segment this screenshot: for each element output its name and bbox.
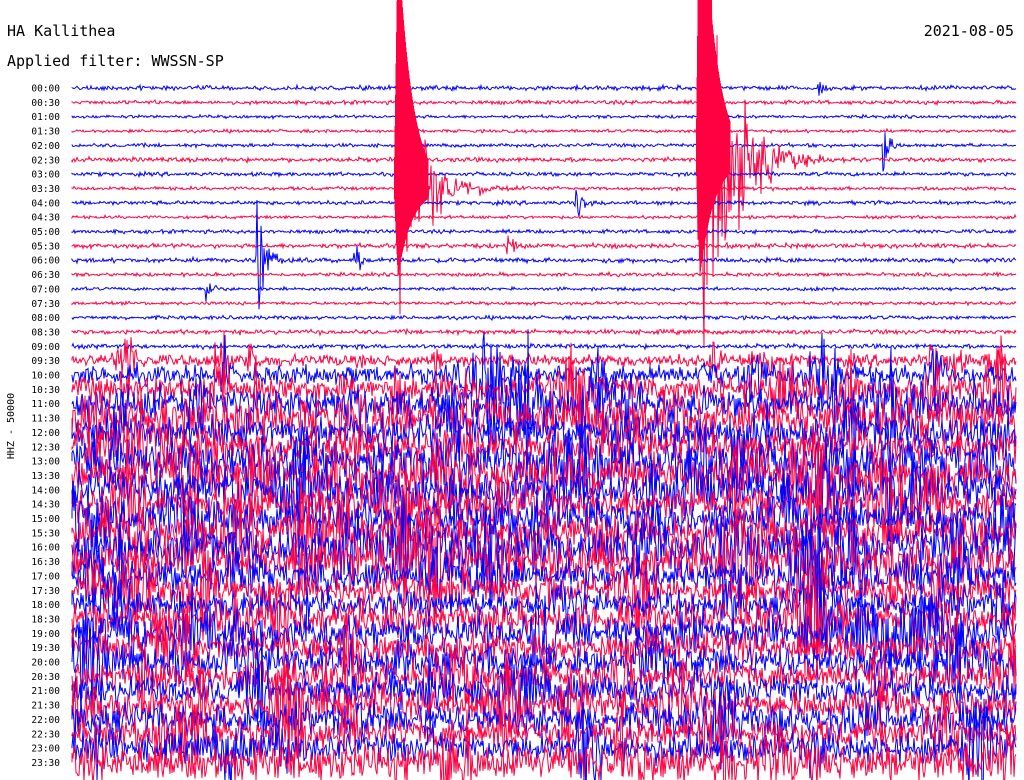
time-tick-label: 03:00 (31, 170, 60, 181)
time-tick-label: 03:30 (31, 184, 60, 195)
trace-line (71, 327, 1017, 337)
time-tick-label: 13:00 (31, 457, 60, 468)
time-tick-label: 07:00 (31, 284, 60, 295)
time-tick-label: 13:30 (31, 471, 60, 482)
time-tick-label: 11:00 (31, 399, 60, 410)
trace-line (71, 127, 1017, 135)
time-tick-label: 08:30 (31, 327, 60, 338)
time-tick-label: 10:30 (31, 385, 60, 396)
time-tick-label: 19:30 (31, 643, 60, 654)
time-tick-label: 14:30 (31, 500, 60, 511)
trace-line (71, 113, 1017, 120)
time-tick-label: 15:00 (31, 514, 60, 525)
trace-line (71, 270, 1017, 279)
time-tick-label: 16:30 (31, 557, 60, 568)
event-spike (394, 0, 429, 276)
time-tick-label: 10:00 (31, 371, 60, 382)
trace-line (71, 170, 1017, 179)
time-tick-label: 18:00 (31, 600, 60, 611)
time-tick-label: 22:30 (31, 729, 60, 740)
helicorder-plot: 00:00 00:30 01:00 01:30 02:00 02:30 03:00 03:30… (31, 0, 1017, 780)
trace-line (71, 314, 1017, 322)
time-tick-label: 23:00 (31, 744, 60, 755)
trace-line (71, 213, 1017, 221)
trace-line (71, 227, 1017, 236)
time-tick-label: 08:00 (31, 313, 60, 324)
trace-line (71, 299, 1017, 307)
time-tick-label: 21:30 (31, 701, 60, 712)
trace-group (71, 0, 1017, 780)
trace-line (71, 341, 1017, 351)
time-tick-label: 01:00 (31, 112, 60, 123)
trace-line (71, 235, 1017, 255)
trace-line (71, 189, 1017, 217)
time-tick-label: 15:30 (31, 528, 60, 539)
trace-line (71, 283, 1017, 302)
time-tick-label: 02:00 (31, 141, 60, 152)
trace-line (71, 199, 1017, 310)
time-tick-label: 20:30 (31, 672, 60, 683)
time-tick-label: 05:30 (31, 241, 60, 252)
trace-line (71, 107, 1016, 315)
time-tick-label: 06:30 (31, 270, 60, 281)
trace-line (71, 81, 1017, 96)
time-tick-label: 16:00 (31, 543, 60, 554)
time-tick-label: 00:00 (31, 84, 60, 95)
time-tick-label: 17:30 (31, 586, 60, 597)
time-tick-label: 07:30 (31, 299, 60, 310)
time-tick-label: 01:30 (31, 127, 60, 138)
time-tick-label: 19:00 (31, 629, 60, 640)
time-tick-label: 12:30 (31, 442, 60, 453)
time-tick-label: 04:30 (31, 213, 60, 224)
time-tick-label: 06:00 (31, 256, 60, 267)
time-tick-label: 23:30 (31, 758, 60, 769)
time-tick-label: 04:00 (31, 198, 60, 209)
time-tick-label: 21:00 (31, 686, 60, 697)
time-tick-label: 02:30 (31, 155, 60, 166)
time-tick-label: 20:00 (31, 658, 60, 669)
time-tick-label: 17:00 (31, 571, 60, 582)
time-tick-label: 12:00 (31, 428, 60, 439)
time-tick-label: 05:00 (31, 227, 60, 238)
time-tick-label: 09:30 (31, 356, 60, 367)
trace-line (71, 132, 1017, 172)
time-tick-labels: 00:00 00:30 01:00 01:30 02:00 02:30 03:00 03:30… (31, 84, 60, 769)
trace-line (71, 98, 1017, 107)
time-tick-label: 11:30 (31, 414, 60, 425)
time-tick-label: 14:00 (31, 485, 60, 496)
time-tick-label: 18:30 (31, 614, 60, 625)
time-tick-label: 00:30 (31, 98, 60, 109)
time-tick-label: 09:00 (31, 342, 60, 353)
time-tick-label: 22:00 (31, 715, 60, 726)
